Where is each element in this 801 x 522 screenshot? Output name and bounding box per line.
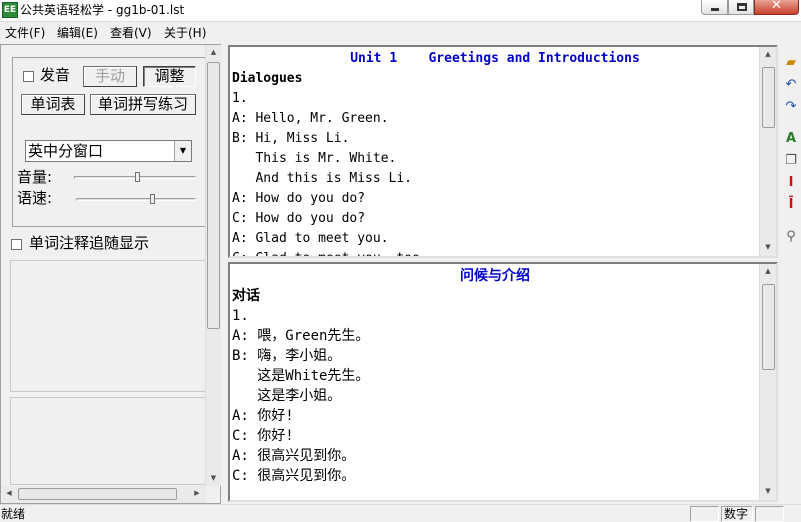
word-list-button[interactable]: 单词表 [21,94,85,115]
left-panel-hscrollbar[interactable]: ◀ ▶ [2,486,206,503]
chinese-line: 1. [232,308,249,324]
adjust-button[interactable]: 调整 [143,66,196,87]
chinese-line: C: 你好! [232,428,294,444]
annotation-display-box [10,260,206,392]
undo-icon[interactable]: ↶ [782,76,800,94]
status-cell-blank [690,506,719,522]
volume-slider-thumb[interactable] [135,172,140,182]
left-panel: 发音 手动 调整 单词表 单词拼写练习 英中分窗口 ▼ 音量: 语速: 单词注释… [0,44,221,504]
pronounce-checkbox[interactable] [23,71,34,82]
menu-bar: 文件(F) 编辑(E) 查看(V) 关于(H) [0,22,801,44]
status-num: 数字 [721,506,753,522]
maximize-button[interactable] [728,0,754,15]
chinese-line: C: 很高兴见到你。 [232,468,356,484]
scroll-left-icon[interactable]: ◀ [2,489,16,497]
english-line: 1. [232,91,248,106]
chevron-down-icon[interactable]: ▼ [174,141,191,161]
left-panel-hscroll-thumb[interactable] [18,488,177,500]
menu-edit[interactable]: 编辑(E) [57,25,98,41]
english-heading: Unit 1 Greetings and Introductions [350,51,640,66]
scroll-right-icon[interactable]: ▶ [190,489,204,497]
window-mode-value: 英中分窗口 [28,142,104,160]
window-title: 公共英语轻松学 - gg1b-01.lst [20,3,185,17]
app-icon: EE [2,2,18,18]
text-cursor-icon[interactable]: I [782,174,800,192]
left-panel-scrollbar[interactable]: ▲ ▼ [205,45,221,486]
english-line: A: How do you do? [232,191,366,206]
scroll-down-icon[interactable]: ▼ [206,474,221,482]
english-line: B: Hi, Miss Li. [232,131,350,146]
right-toolbar: ▰ ↶ ↷ A ❐ I Ī ⚲ [779,44,801,504]
close-icon: ✕ [771,0,782,13]
minimize-icon [711,8,719,11]
chinese-line: 对话 [232,288,260,304]
text-cursor-down-icon[interactable]: Ī [782,196,800,214]
chinese-text-content: 问候与介绍 对话 1. A: 喂，Green先生。 B: 嗨，李小姐。 这是Wh… [232,266,758,486]
menu-about[interactable]: 关于(H) [164,25,206,41]
controls-group: 发音 手动 调整 单词表 单词拼写练习 英中分窗口 ▼ 音量: 语速: [12,57,206,227]
chinese-heading: 问候与介绍 [460,268,530,284]
english-line: Dialogues [232,71,303,86]
scroll-up-icon[interactable]: ▲ [760,267,776,275]
english-pane-scroll-thumb[interactable] [762,67,775,128]
english-text-pane[interactable]: Unit 1 Greetings and Introductions Dialo… [228,45,778,258]
scroll-up-icon[interactable]: ▲ [760,50,776,58]
redo-icon[interactable]: ↷ [782,98,800,116]
english-line: A: Glad to meet you. [232,231,389,246]
chinese-line: A: 很高兴见到你。 [232,448,356,464]
scroll-down-icon[interactable]: ▼ [760,243,776,251]
open-folder-icon[interactable]: ▰ [782,54,800,72]
chinese-pane-scroll-thumb[interactable] [762,284,775,370]
spelling-practice-button[interactable]: 单词拼写练习 [90,94,196,115]
annotation-follow-checkbox[interactable] [11,239,22,250]
volume-label: 音量: [17,168,53,186]
chinese-line: A: 你好! [232,408,294,424]
scroll-up-icon[interactable]: ▲ [206,48,221,56]
maximize-icon [737,3,747,11]
speed-label: 语速: [17,189,53,207]
window-mode-select[interactable]: 英中分窗口 ▼ [25,140,192,162]
english-pane-scrollbar[interactable]: ▲ ▼ [759,47,776,256]
status-bar: 就绪 数字 [0,504,801,522]
chinese-line: A: 喂，Green先生。 [232,328,370,344]
pronounce-label: 发音 [40,66,71,84]
minimize-button[interactable] [701,0,728,15]
annotation-display-box-lower [10,397,206,485]
left-panel-scroll-thumb[interactable] [207,62,220,329]
scroll-down-icon[interactable]: ▼ [760,487,776,495]
speed-slider[interactable] [76,198,196,201]
chinese-line: 这是李小姐。 [232,388,342,404]
speed-slider-thumb[interactable] [150,194,155,204]
english-text-content: Unit 1 Greetings and Introductions Dialo… [232,49,758,256]
chinese-line: B: 嗨，李小姐。 [232,348,342,364]
english-line: A: Hello, Mr. Green. [232,111,389,126]
status-text: 就绪 [1,507,26,521]
chinese-text-pane[interactable]: 问候与介绍 对话 1. A: 喂，Green先生。 B: 嗨，李小姐。 这是Wh… [228,262,778,502]
english-line: This is Mr. White. [232,151,397,166]
menu-view[interactable]: 查看(V) [110,25,152,41]
manual-button[interactable]: 手动 [83,66,137,87]
chinese-pane-scrollbar[interactable]: ▲ ▼ [759,264,776,500]
menu-file[interactable]: 文件(F) [5,25,45,41]
annotation-follow-label: 单词注释追随显示 [29,234,150,252]
search-icon[interactable]: ⚲ [782,228,800,246]
copy-icon[interactable]: ❐ [782,152,800,170]
close-button[interactable]: ✕ [754,0,799,15]
title-bar: EE 公共英语轻松学 - gg1b-01.lst ✕ [0,0,801,22]
font-icon[interactable]: A [782,130,800,148]
english-line: C: Glad to meet you, too. [232,249,758,256]
chinese-line: 这是White先生。 [232,368,370,384]
english-line: And this is Miss Li. [232,171,413,186]
english-line: C: How do you do? [232,211,366,226]
status-cell-scroll [755,506,784,522]
